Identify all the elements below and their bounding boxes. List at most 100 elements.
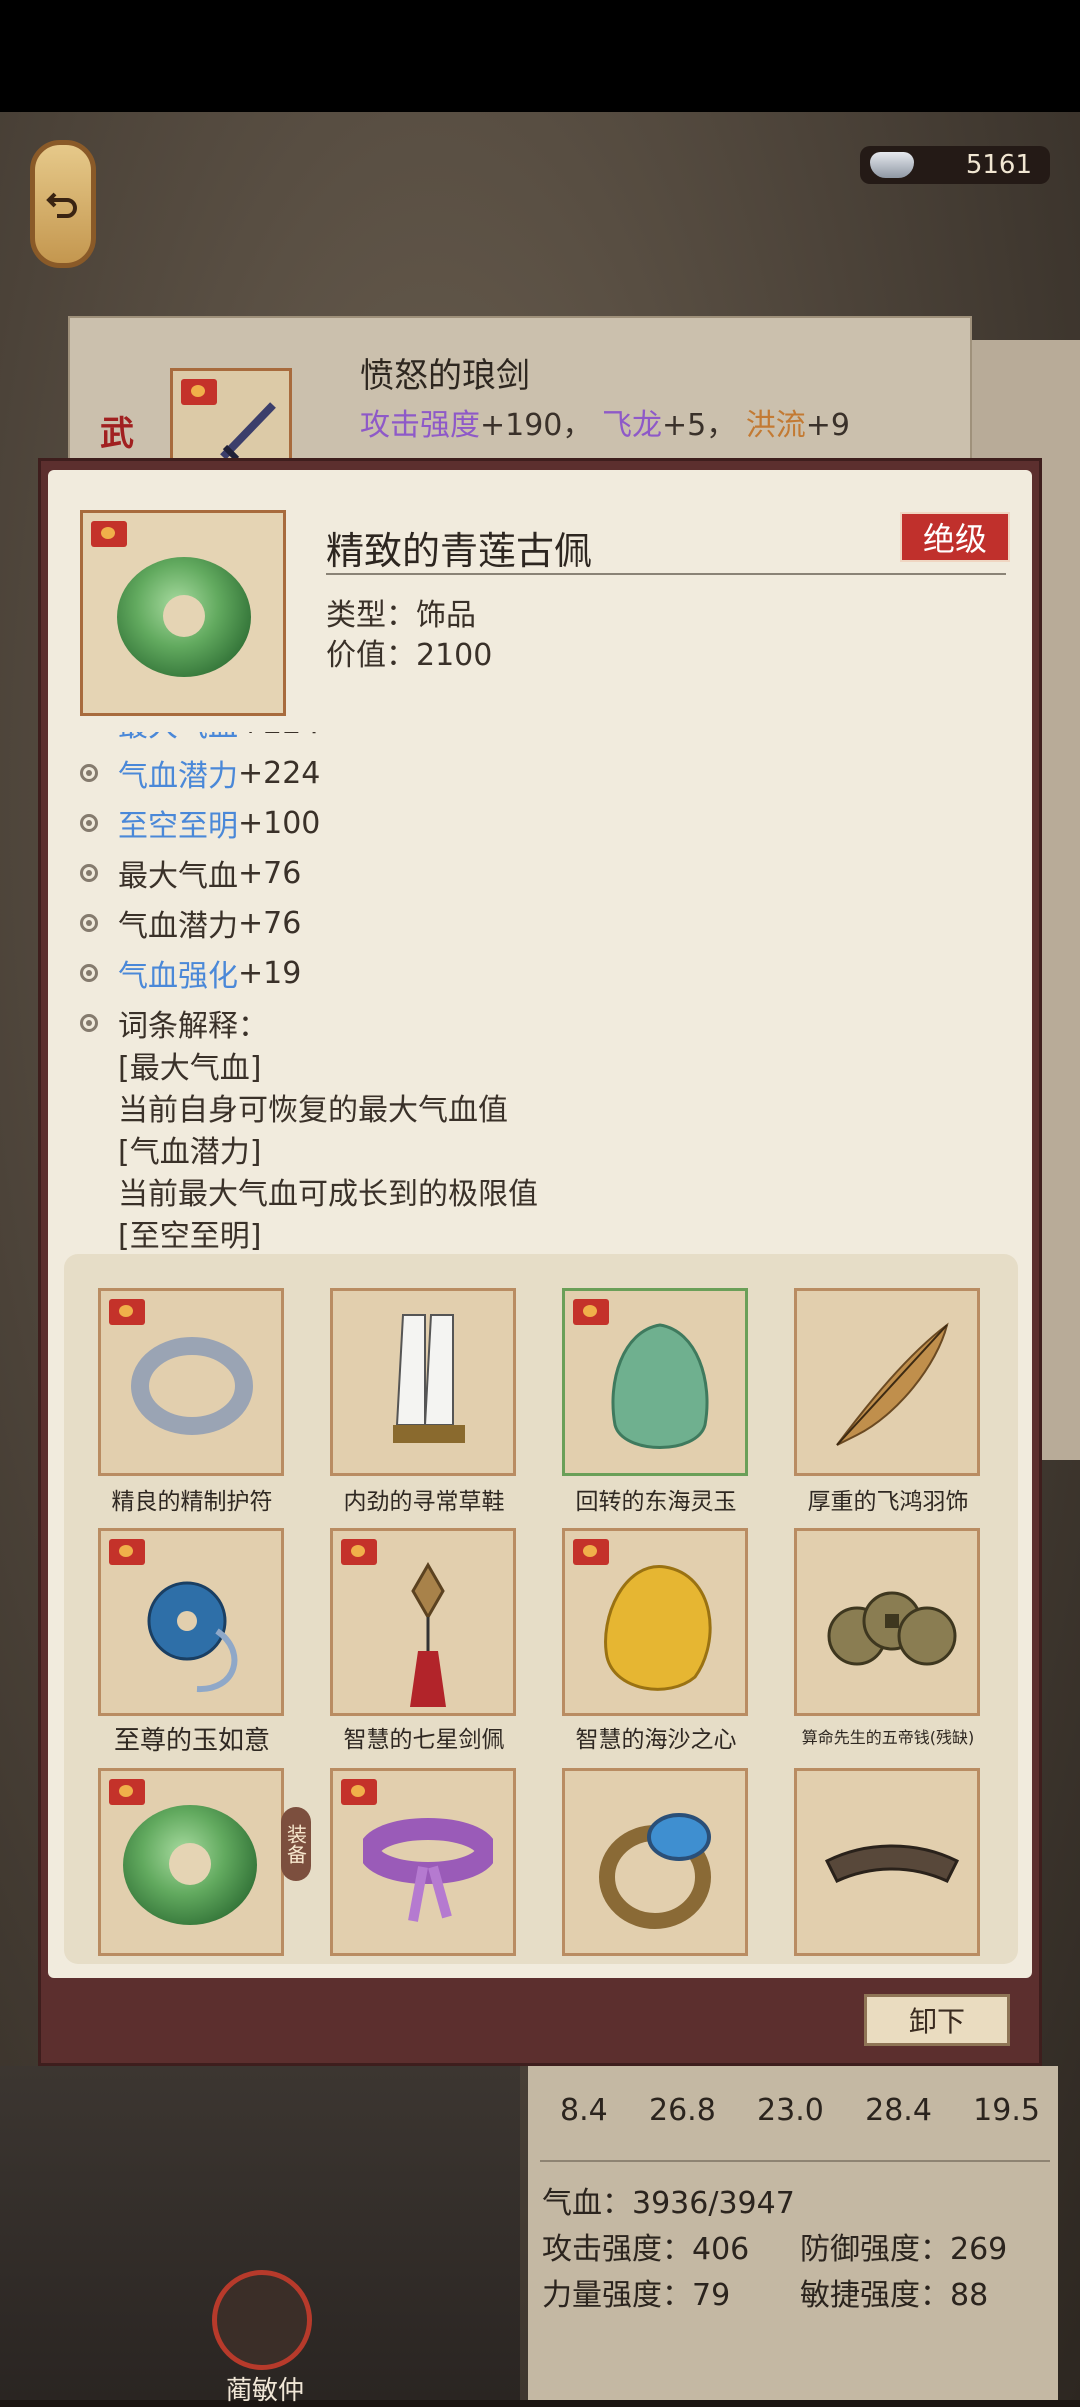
attribute-row: 至空至明 +100: [80, 798, 1000, 848]
explanation-term: [气血潜力]: [118, 1135, 262, 1170]
explanation-desc: 当前自身可恢复的最大气血值: [118, 1093, 508, 1128]
defense-label: 防御强度：: [800, 2232, 950, 2267]
flag-icon: [573, 1299, 609, 1325]
attribute-number: 28.4: [865, 2093, 932, 2128]
opal-ring-icon: [599, 1813, 711, 1929]
stat-sep: ，: [706, 408, 737, 443]
attribute-row: 最大气血+224: [80, 732, 1000, 748]
hp-label: 气血：: [542, 2186, 632, 2221]
attribute-list[interactable]: 最大气血+224 气血潜力+224 至空至明+100 最大气血+76 气血潜力+…: [80, 732, 1000, 1252]
attribute-row: 气血强化 +19: [80, 948, 1000, 998]
equipped-item-card[interactable]: 武 愤怒的琅剑 攻击强度+190， 飞龙+5， 洪流+9: [68, 316, 972, 478]
attribute-number: 19.5: [973, 2093, 1040, 2128]
amber-stone-icon: [604, 1565, 712, 1691]
flag-icon: [109, 1299, 145, 1325]
explanation-desc: 当前最大气血可成长到的极限值: [118, 1177, 538, 1212]
attribute-value: +76: [238, 855, 302, 891]
bullet-icon: [80, 1014, 98, 1032]
attack-label: 攻击强度：: [542, 2232, 692, 2267]
bullet-icon: [80, 764, 98, 782]
attribute-value: +100: [238, 805, 321, 841]
item-value: 价值：2100: [326, 630, 492, 674]
item-type: 类型：饰品: [326, 590, 476, 634]
attribute-value: +19: [238, 955, 302, 991]
item-detail-thumb: [80, 510, 286, 716]
flag-icon: [109, 1779, 145, 1805]
flag-icon: [91, 521, 127, 547]
inventory-label: 算命先生的五帝钱(残缺): [801, 1728, 975, 1747]
explanation-term: [至空至明]: [118, 1219, 262, 1252]
agility-stat: 敏捷强度：88: [800, 2270, 988, 2314]
inventory-slot[interactable]: [330, 1288, 516, 1476]
back-button[interactable]: [30, 140, 96, 268]
inventory-grid[interactable]: 精良的精制护符 内劲的寻常草鞋 回转的东海灵玉 厚重的飞鸿羽饰 至尊的玉如意 智…: [64, 1254, 1018, 1964]
inventory-label: 至尊的玉如意: [113, 1726, 270, 1756]
inventory-slot[interactable]: 装备: [98, 1768, 311, 1956]
type-label: 类型：: [326, 598, 416, 633]
attribute-value: +76: [238, 905, 302, 941]
explanation-term: [最大气血]: [118, 1051, 262, 1086]
back-arrow-icon: [46, 192, 77, 218]
attack-value: 406: [692, 2232, 750, 2267]
attribute-row: 气血潜力 +76: [80, 898, 1000, 948]
stat-name: 攻击强度: [360, 408, 480, 443]
attribute-name: 气血强化: [118, 959, 238, 994]
attribute-number: 23.0: [757, 2093, 824, 2128]
flag-icon: [341, 1779, 377, 1805]
stat-name: 洪流: [745, 408, 806, 443]
title-divider: [326, 573, 1006, 575]
inventory-slot[interactable]: [98, 1528, 284, 1716]
strength-value: 79: [692, 2278, 731, 2313]
inventory-label: 回转的东海灵玉: [575, 1489, 737, 1515]
slot-label: 武: [100, 414, 134, 454]
inventory-slot[interactable]: [330, 1768, 516, 1956]
currency-amount: 5161: [965, 150, 1032, 180]
inventory-slot[interactable]: [794, 1528, 980, 1716]
stat-sep: ，: [562, 408, 593, 443]
inventory-slot[interactable]: [562, 1528, 748, 1716]
avatar[interactable]: [212, 2270, 312, 2370]
inventory-slot-selected[interactable]: [562, 1288, 748, 1476]
attribute-value: +224: [238, 732, 320, 741]
feather-icon: [836, 1322, 949, 1446]
purple-belt-icon: [363, 1818, 493, 1922]
inventory-slot[interactable]: [794, 1288, 980, 1476]
headband-icon: [824, 1844, 960, 1883]
attribute-name: 词条解释：: [118, 1009, 268, 1044]
value-value: 2100: [416, 638, 493, 673]
attribute-row: 气血潜力 +224: [80, 748, 1000, 798]
equipped-item-stats: 攻击强度+190， 飞龙+5， 洪流+9: [360, 400, 850, 444]
jade-pendant-icon: [611, 1323, 709, 1449]
equipped-item-name: 愤怒的琅剑: [360, 356, 530, 396]
inventory-slot[interactable]: [562, 1768, 748, 1956]
attribute-name: 气血潜力: [118, 909, 238, 944]
attribute-name: 最大气血: [118, 732, 238, 745]
attribute-numbers: 8.4 26.8 23.0 28.4 19.5: [560, 2093, 1040, 2128]
value-label: 价值：: [326, 638, 416, 673]
unload-button[interactable]: 卸下: [864, 1994, 1010, 2046]
bullet-icon: [80, 814, 98, 832]
inventory-slot[interactable]: [330, 1528, 516, 1716]
bullet-icon: [80, 964, 98, 982]
defense-value: 269: [950, 2232, 1008, 2267]
blue-jade-icon: [147, 1581, 238, 1693]
silver-ingot-icon: [870, 152, 914, 178]
attack-stat: 攻击强度：406: [542, 2224, 749, 2268]
strength-stat: 力量强度：79: [542, 2270, 730, 2314]
flag-icon: [109, 1539, 145, 1565]
inventory-label: 厚重的飞鸿羽饰: [807, 1489, 969, 1515]
jade-disc-icon: [117, 557, 251, 677]
attribute-number: 26.8: [648, 2093, 716, 2128]
attribute-value: +224: [238, 755, 321, 791]
silver-ring-icon: [131, 1337, 253, 1435]
stat-name: 飞龙: [601, 408, 662, 443]
defense-stat: 防御强度：269: [800, 2224, 1007, 2268]
strength-label: 力量强度：: [542, 2278, 692, 2313]
status-bar: [0, 0, 1080, 112]
inventory-slot[interactable]: [98, 1288, 284, 1476]
hp-value: 3936/3947: [632, 2186, 795, 2221]
flag-icon: [341, 1539, 377, 1565]
inventory-label: 精良的精制护符: [111, 1489, 273, 1515]
stat-value: +9: [805, 408, 850, 443]
inventory-slot[interactable]: [794, 1768, 980, 1956]
